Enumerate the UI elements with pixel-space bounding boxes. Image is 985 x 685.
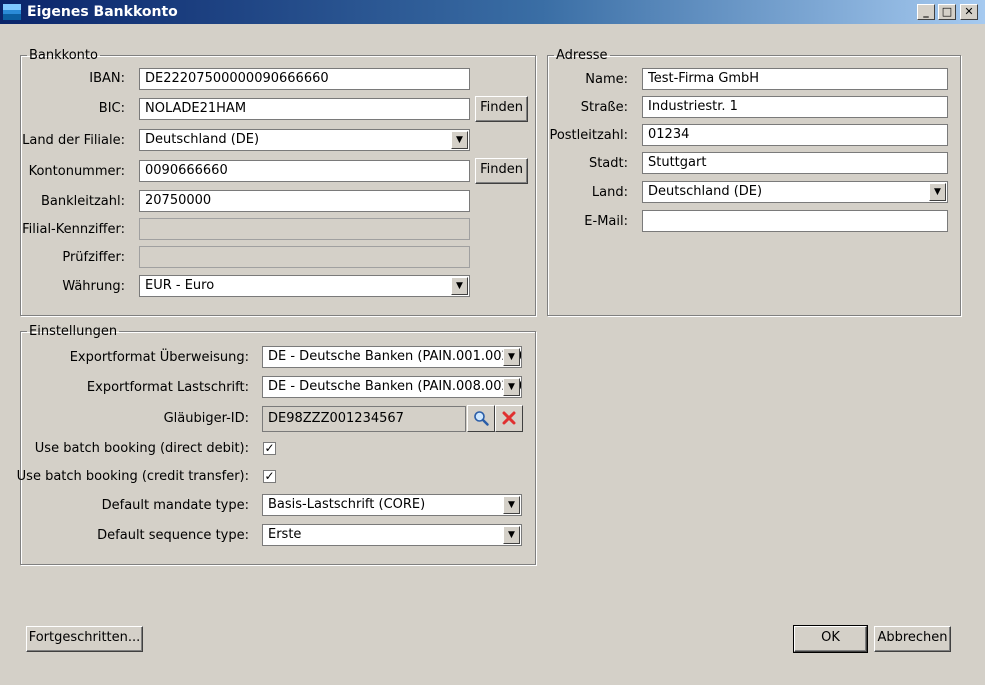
einstellungen-legend: Einstellungen [29, 324, 118, 339]
pruefziffer-input [139, 246, 470, 268]
bic-label: BIC: [98, 101, 125, 116]
mandate-label: Default mandate type: [101, 498, 249, 513]
ok-button[interactable]: OK [793, 625, 868, 653]
window-title: Eigenes Bankkonto [27, 4, 178, 20]
waehrung-select[interactable]: EUR - Euro ▼ [139, 275, 470, 297]
strasse-input[interactable]: Industriestr. 1 [642, 96, 948, 118]
bic-input[interactable]: NOLADE21HAM [139, 98, 470, 120]
export-ueberweisung-select[interactable]: DE - Deutsche Banken (PAIN.001.002.03) ▼ [262, 346, 522, 368]
batch-dd-checkbox[interactable]: ✓ [263, 442, 276, 455]
bankleitzahl-label: Bankleitzahl: [41, 194, 125, 209]
title-bar: Eigenes Bankkonto _ □ ✕ [0, 0, 985, 24]
advanced-button[interactable]: Fortgeschritten... [26, 626, 143, 652]
land-filiale-value: Deutschland (DE) [145, 132, 260, 147]
land-label: Land: [591, 185, 628, 200]
konto-find-button[interactable]: Finden [475, 158, 528, 184]
bankkonto-legend: Bankkonto [29, 48, 98, 63]
magnifier-icon [474, 411, 489, 426]
batch-dd-label: Use batch booking (direct debit): [34, 441, 249, 456]
postleitzahl-label: Postleitzahl: [549, 128, 628, 143]
filial-kennziffer-input [139, 218, 470, 240]
land-filiale-select[interactable]: Deutschland (DE) ▼ [139, 129, 470, 151]
iban-input[interactable]: DE22207500000090666660 [139, 68, 470, 90]
minimize-icon[interactable]: _ [917, 4, 935, 20]
stadt-input[interactable]: Stuttgart [642, 152, 948, 174]
batch-ct-label: Use batch booking (credit transfer): [16, 469, 249, 484]
land-filiale-label: Land der Filiale: [22, 133, 125, 148]
kontonummer-label: Kontonummer: [28, 164, 125, 179]
filial-kennziffer-label: Filial-Kennziffer: [22, 222, 125, 237]
cancel-button[interactable]: Abbrechen [874, 626, 951, 652]
email-input[interactable] [642, 210, 948, 232]
stadt-label: Stadt: [588, 156, 628, 171]
app-icon [3, 4, 21, 20]
export-ueberweisung-value: DE - Deutsche Banken (PAIN.001.002.03) [268, 349, 522, 364]
name-label: Name: [585, 72, 628, 87]
export-lastschrift-value: DE - Deutsche Banken (PAIN.008.002.02) [268, 379, 522, 394]
chevron-down-icon[interactable]: ▼ [503, 348, 520, 366]
chevron-down-icon[interactable]: ▼ [503, 378, 520, 396]
red-x-icon [502, 411, 516, 425]
export-lastschrift-select[interactable]: DE - Deutsche Banken (PAIN.008.002.02) ▼ [262, 376, 522, 398]
bankleitzahl-input[interactable]: 20750000 [139, 190, 470, 212]
sequence-label: Default sequence type: [97, 528, 249, 543]
chevron-down-icon[interactable]: ▼ [451, 277, 468, 295]
close-icon[interactable]: ✕ [960, 4, 978, 20]
chevron-down-icon[interactable]: ▼ [503, 496, 520, 514]
glaeubiger-input[interactable]: DE98ZZZ001234567 [262, 406, 466, 432]
export-ueberweisung-label: Exportformat Überweisung: [69, 350, 249, 365]
strasse-label: Straße: [580, 100, 628, 115]
glaeubiger-label: Gläubiger-ID: [163, 411, 249, 426]
export-lastschrift-label: Exportformat Lastschrift: [86, 380, 249, 395]
chevron-down-icon[interactable]: ▼ [503, 526, 520, 544]
mandate-value: Basis-Lastschrift (CORE) [268, 497, 426, 512]
land-select[interactable]: Deutschland (DE) ▼ [642, 181, 948, 203]
kontonummer-input[interactable]: 0090666660 [139, 160, 470, 182]
adresse-legend: Adresse [556, 48, 608, 63]
sequence-select[interactable]: Erste ▼ [262, 524, 522, 546]
chevron-down-icon[interactable]: ▼ [451, 131, 468, 149]
iban-label: IBAN: [89, 71, 125, 86]
pruefziffer-label: Prüfziffer: [62, 250, 125, 265]
batch-ct-checkbox[interactable]: ✓ [263, 470, 276, 483]
bic-find-button[interactable]: Finden [475, 96, 528, 122]
maximize-icon[interactable]: □ [938, 4, 956, 20]
sequence-value: Erste [268, 527, 302, 542]
mandate-select[interactable]: Basis-Lastschrift (CORE) ▼ [262, 494, 522, 516]
search-button[interactable] [467, 405, 495, 432]
waehrung-value: EUR - Euro [145, 278, 215, 293]
postleitzahl-input[interactable]: 01234 [642, 124, 948, 146]
clear-button[interactable] [495, 405, 523, 432]
land-value: Deutschland (DE) [648, 184, 763, 199]
chevron-down-icon[interactable]: ▼ [929, 183, 946, 201]
name-input[interactable]: Test-Firma GmbH [642, 68, 948, 90]
waehrung-label: Währung: [62, 279, 125, 294]
email-label: E-Mail: [584, 214, 628, 229]
